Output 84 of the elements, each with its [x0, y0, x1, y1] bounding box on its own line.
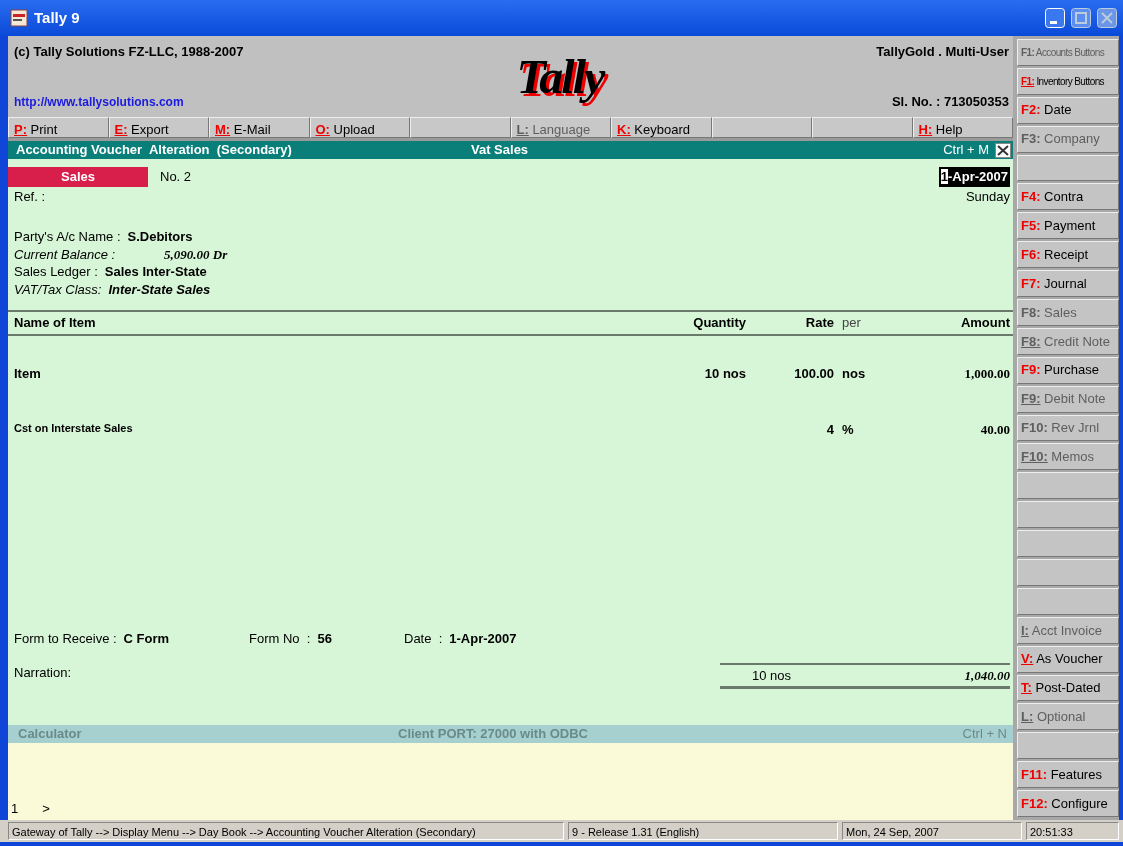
column-header: Rate	[804, 314, 834, 332]
field-value: Sales Inter-State	[104, 263, 207, 281]
maximize-icon[interactable]	[1071, 8, 1091, 28]
status-text: Gateway of Tally --> Display Menu --> Day Book --> Accounting Voucher Alteration (Secondary)	[8, 822, 564, 840]
field-label: Current Balance :	[14, 245, 117, 263]
field-value: C Form	[123, 630, 170, 648]
side-button[interactable]: F11: Features	[1017, 761, 1119, 789]
blank-button[interactable]	[1017, 559, 1119, 586]
side-button[interactable]: F9: Purchase	[1017, 356, 1119, 384]
blank-button[interactable]	[1017, 154, 1119, 182]
toolbar-button[interactable]: P: Print	[8, 117, 109, 138]
calculator-title: Calculator	[18, 725, 83, 744]
field-label: Form No :	[249, 630, 311, 648]
field-label: Date :	[404, 630, 443, 648]
table-cell-text: 4	[825, 421, 834, 439]
side-button[interactable]: F4: Contra	[1017, 183, 1119, 211]
status-text: 9 - Release 1.31 (English)	[568, 822, 838, 840]
line-number: 1	[11, 799, 19, 818]
toolbar-button[interactable]: E: Export	[108, 117, 209, 138]
table-cell-text: %	[842, 421, 855, 439]
field-label: Form to Receive :	[14, 630, 117, 648]
voucher-class-title: Vat Sales	[471, 141, 530, 160]
toolbar-button[interactable]: K: Keyboard	[611, 117, 712, 138]
copyright-text: (c) Tally Solutions FZ-LLC, 1988-2007	[14, 43, 244, 61]
toolbar-button[interactable]: O: Upload	[309, 117, 410, 138]
blank-button[interactable]	[410, 117, 511, 138]
toolbar-button[interactable]: H: Help	[912, 117, 1013, 138]
status-text: 20:51:33	[1026, 822, 1119, 840]
website-link[interactable]: http://www.tallysolutions.com	[14, 93, 244, 111]
field-label: VAT/Tax Class:	[14, 280, 102, 298]
table-cell-text: Cst on Interstate Sales	[14, 421, 134, 436]
field-label: Party's A/c Name :	[14, 228, 121, 246]
total-amount: 1,040.00	[964, 666, 1010, 685]
blank-button[interactable]	[1017, 732, 1119, 760]
column-header: Quantity	[692, 314, 746, 332]
app-icon	[10, 9, 28, 27]
weekday-text: Sunday	[965, 187, 1010, 206]
voucher-number: No. 2	[160, 168, 192, 186]
table-cell-text: 40.00	[979, 421, 1010, 439]
table-cell-text: nos	[842, 364, 867, 383]
column-header: Amount	[959, 314, 1010, 332]
field-value: 5,090.00 Dr	[164, 245, 228, 263]
blank-button[interactable]	[1017, 472, 1119, 500]
table-cell-text: 10 nos	[703, 364, 746, 383]
window-title: Tally 9	[34, 7, 80, 28]
table-cell-text: 1,000.00	[963, 364, 1010, 383]
total-quantity: 10 nos	[752, 666, 792, 685]
column-header: per	[842, 314, 862, 332]
side-button[interactable]: F12: Configure	[1017, 790, 1119, 818]
table-cell-text: Item	[14, 364, 42, 383]
blank-button[interactable]	[1017, 501, 1119, 529]
blank-button[interactable]	[711, 117, 812, 138]
side-button[interactable]: F7: Journal	[1017, 270, 1119, 297]
serial-number: Sl. No. : 713050353	[890, 92, 1009, 111]
field-value: Inter-State Sales	[108, 280, 211, 298]
minimize-icon[interactable]	[1045, 8, 1065, 28]
voucher-type-label: Sales	[8, 167, 148, 187]
field-value: 56	[317, 630, 332, 648]
toolbar-button[interactable]: M: E-Mail	[209, 117, 310, 138]
server-info: Client PORT: 27000 with ODBC	[398, 725, 589, 744]
side-button[interactable]: V: As Voucher	[1017, 645, 1119, 673]
side-button[interactable]: F6: Receipt	[1017, 241, 1119, 269]
blank-button[interactable]	[1017, 530, 1119, 558]
blank-button[interactable]	[812, 117, 913, 138]
side-button[interactable]: T: Post-Dated	[1017, 674, 1119, 702]
shortcut-text: Ctrl + N	[962, 725, 1007, 744]
field-label: Sales Ledger :	[14, 263, 98, 281]
blank-button[interactable]	[1017, 587, 1119, 615]
shortcut-text: Ctrl + M	[943, 141, 989, 160]
field-value: 1-Apr-2007	[449, 630, 517, 648]
screen-title: Accounting Voucher Alteration (Secondary)	[16, 141, 293, 160]
narration-label: Narration:	[14, 663, 73, 682]
close-icon[interactable]	[995, 142, 1011, 158]
prompt-symbol: >	[42, 799, 50, 818]
field-value: S.Debitors	[127, 228, 193, 246]
side-button[interactable]: F1: Inventory Buttons	[1017, 67, 1119, 95]
side-button[interactable]: F2: Date	[1017, 96, 1119, 124]
logo: Tally	[516, 52, 604, 101]
side-button[interactable]: F5: Payment	[1017, 212, 1119, 240]
status-text: Mon, 24 Sep, 2007	[842, 822, 1022, 840]
edition-text: TallyGold . Multi-User	[876, 43, 1009, 61]
reference-label: Ref. :	[14, 187, 46, 206]
column-header: Name of Item	[14, 314, 97, 332]
table-cell-text: 100.00	[793, 364, 834, 383]
